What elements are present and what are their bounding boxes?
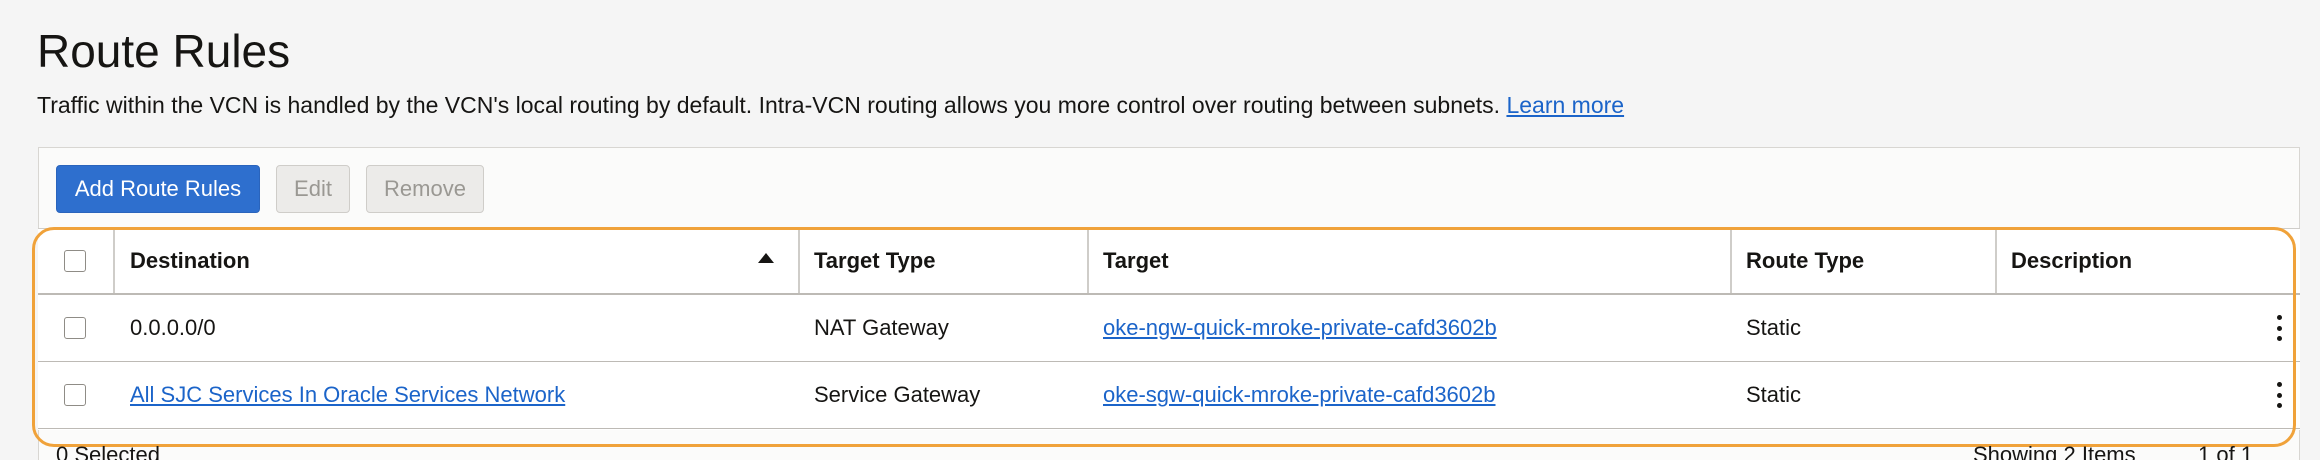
page-title: Route Rules bbox=[37, 25, 291, 77]
select-all-cell bbox=[64, 229, 86, 293]
target-link[interactable]: oke-sgw-quick-mroke-private-cafd3602b bbox=[1103, 362, 1496, 428]
items-count: Showing 2 Items bbox=[1973, 442, 2136, 460]
route-type-cell: Static bbox=[1746, 315, 1802, 340]
destination-link[interactable]: All SJC Services In Oracle Services Netw… bbox=[130, 362, 565, 428]
column-header-description[interactable]: Description bbox=[2011, 229, 2132, 293]
target-type-cell: Service Gateway bbox=[814, 382, 981, 407]
description-text: Traffic within the VCN is handled by the… bbox=[37, 92, 1501, 118]
column-header-route-type[interactable]: Route Type bbox=[1746, 229, 1864, 293]
learn-more-link[interactable]: Learn more bbox=[1506, 92, 1624, 118]
row-actions-kebab-icon[interactable] bbox=[2276, 382, 2282, 408]
row-checkbox[interactable] bbox=[64, 317, 86, 339]
row-select-cell bbox=[64, 362, 86, 428]
destination-cell: 0.0.0.0/0 bbox=[130, 315, 216, 340]
route-rules-page: Route Rules Traffic within the VCN is ha… bbox=[0, 0, 2320, 460]
pagination-label: 1 of 1 bbox=[2198, 442, 2254, 460]
selected-count: 0 Selected bbox=[56, 442, 160, 460]
add-route-rules-button[interactable]: Add Route Rules bbox=[56, 165, 260, 213]
route-rules-table: Destination Target Type Target Route Typ… bbox=[38, 228, 2300, 430]
route-type-cell: Static bbox=[1746, 382, 1802, 407]
remove-button[interactable]: Remove bbox=[366, 165, 484, 213]
table-row: All SJC Services In Oracle Services Netw… bbox=[38, 362, 2300, 429]
column-header-target[interactable]: Target bbox=[1103, 229, 1169, 293]
row-checkbox[interactable] bbox=[64, 384, 86, 406]
target-link[interactable]: oke-ngw-quick-mroke-private-cafd3602b bbox=[1103, 295, 1497, 361]
row-actions-kebab-icon[interactable] bbox=[2276, 315, 2282, 341]
table-row: 0.0.0.0/0 NAT Gateway oke-ngw-quick-mrok… bbox=[38, 295, 2300, 362]
target-type-cell: NAT Gateway bbox=[814, 315, 949, 340]
page-description: Traffic within the VCN is handled by the… bbox=[37, 90, 1624, 120]
select-all-checkbox[interactable] bbox=[64, 250, 86, 272]
row-select-cell bbox=[64, 295, 86, 361]
sort-ascending-icon[interactable] bbox=[758, 253, 774, 263]
column-header-target-type[interactable]: Target Type bbox=[814, 229, 935, 293]
edit-button[interactable]: Edit bbox=[276, 165, 350, 213]
table-header-row: Destination Target Type Target Route Typ… bbox=[38, 228, 2300, 295]
column-header-destination[interactable]: Destination bbox=[130, 229, 250, 293]
